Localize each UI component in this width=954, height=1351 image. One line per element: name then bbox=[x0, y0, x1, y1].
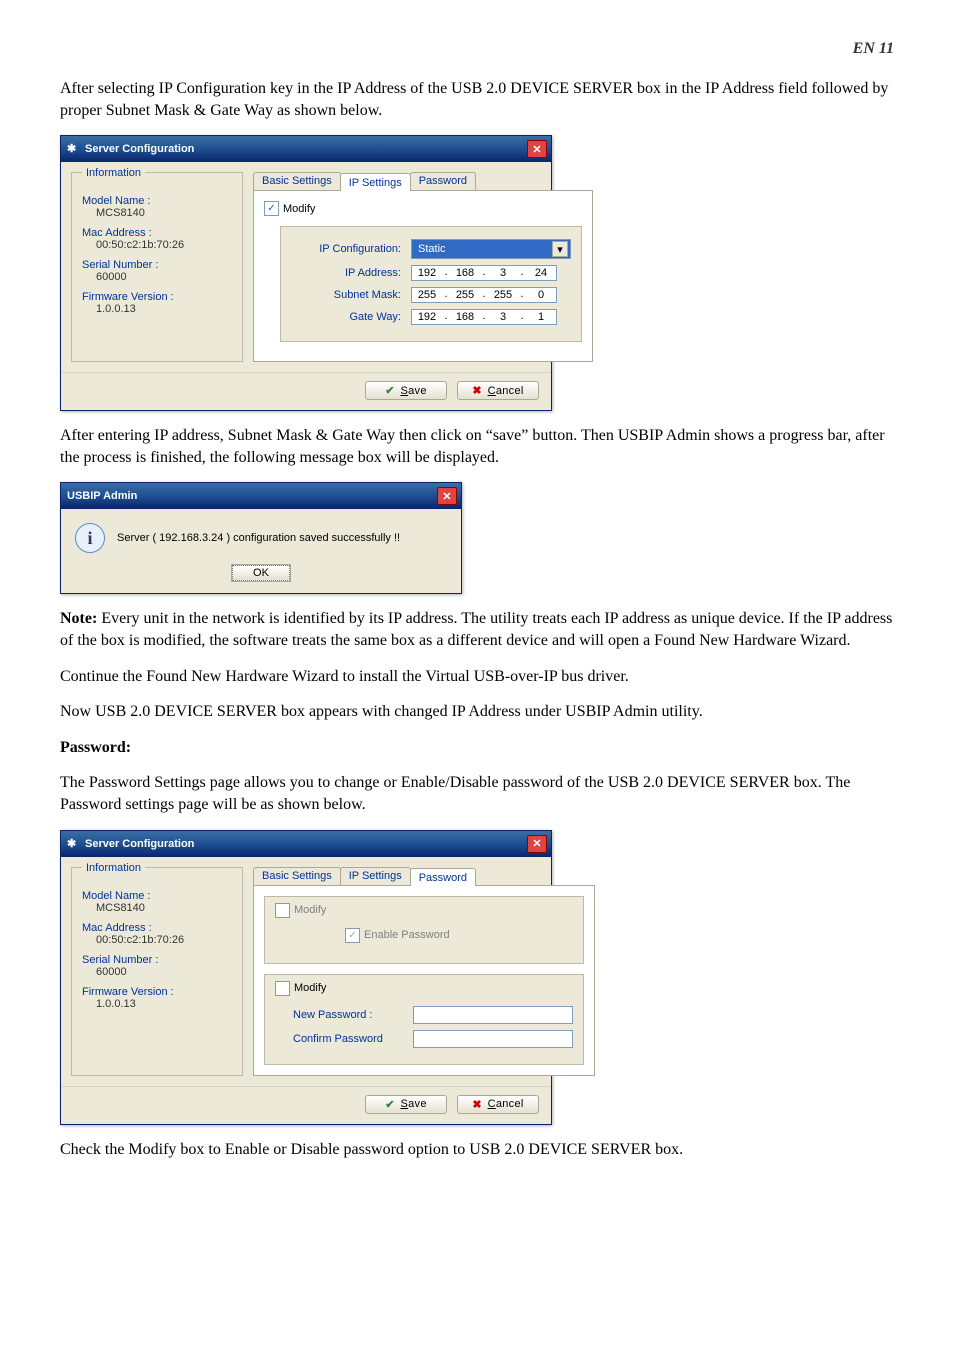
gear-icon: ✱ bbox=[67, 837, 81, 851]
server-config-dialog-ip: ✱ Server Configuration ✕ Information Mod… bbox=[60, 135, 552, 411]
close-icon[interactable]: ✕ bbox=[527, 835, 547, 853]
subnet-label: Subnet Mask: bbox=[291, 289, 401, 301]
info-legend: Information bbox=[82, 167, 145, 179]
close-icon[interactable]: ✕ bbox=[437, 487, 457, 505]
save-label: Save bbox=[400, 385, 426, 397]
password-heading: Password: bbox=[60, 737, 894, 759]
mac-label: Mac Address : bbox=[82, 227, 232, 239]
tab-basic-settings[interactable]: Basic Settings bbox=[253, 172, 341, 190]
mac-value: 00:50:c2:1b:70:26 bbox=[96, 934, 184, 946]
server-config-dialog-password: ✱ Server Configuration ✕ Information Mod… bbox=[60, 830, 552, 1125]
password-panel: Modify ✓ Enable Password Modify New Pass… bbox=[253, 886, 595, 1076]
gear-icon: ✱ bbox=[67, 142, 81, 156]
cancel-label: Cancel bbox=[488, 1098, 524, 1110]
paragraph-4: Continue the Found New Hardware Wizard t… bbox=[60, 666, 894, 688]
modify-label: Modify bbox=[283, 203, 315, 215]
information-panel: Information Model Name :MCS8140 Mac Addr… bbox=[71, 867, 243, 1076]
ip-settings-panel: ✓ Modify IP Configuration: Static ▾ IP A… bbox=[253, 191, 593, 362]
paragraph-3: Every unit in the network is identified … bbox=[60, 610, 892, 649]
modify-enable-label: Modify bbox=[294, 904, 326, 916]
save-button[interactable]: ✔ Save bbox=[365, 1095, 447, 1114]
ipconfig-select[interactable]: Static ▾ bbox=[411, 239, 571, 259]
cancel-button[interactable]: ✖ Cancel bbox=[457, 1095, 539, 1114]
serial-label: Serial Number : bbox=[82, 259, 232, 271]
ipaddress-label: IP Address: bbox=[291, 267, 401, 279]
tabs-area: Basic Settings IP Settings Password Modi… bbox=[253, 867, 595, 1076]
save-label: Save bbox=[400, 1098, 426, 1110]
confirm-password-input[interactable] bbox=[413, 1030, 573, 1048]
new-password-label: New Password : bbox=[293, 1009, 403, 1021]
chevron-down-icon: ▾ bbox=[552, 241, 568, 257]
fw-value: 1.0.0.13 bbox=[96, 303, 136, 315]
fw-label: Firmware Version : bbox=[82, 986, 232, 998]
enable-password-label: Enable Password bbox=[364, 929, 450, 941]
subnet-input[interactable]: 255. 255. 255. 0 bbox=[411, 287, 557, 303]
tabs-area: Basic Settings IP Settings Password ✓ Mo… bbox=[253, 172, 593, 362]
information-panel: Information Model Name :MCS8140 Mac Addr… bbox=[71, 172, 243, 362]
info-legend: Information bbox=[82, 862, 145, 874]
ipconfig-value: Static bbox=[418, 243, 446, 255]
new-password-input[interactable] bbox=[413, 1006, 573, 1024]
model-label: Model Name : bbox=[82, 195, 232, 207]
gateway-input[interactable]: 192. 168. 3. 1 bbox=[411, 309, 557, 325]
gateway-label: Gate Way: bbox=[291, 311, 401, 323]
paragraph-2: After entering IP address, Subnet Mask &… bbox=[60, 425, 894, 468]
cancel-label: Cancel bbox=[488, 385, 524, 397]
dialog-title: Server Configuration bbox=[85, 838, 194, 850]
save-button[interactable]: ✔ Save bbox=[365, 381, 447, 400]
modify-enable-checkbox[interactable] bbox=[275, 903, 290, 918]
model-value: MCS8140 bbox=[96, 902, 145, 914]
enable-password-checkbox[interactable]: ✓ bbox=[345, 928, 360, 943]
paragraph-note: Note: Every unit in the network is ident… bbox=[60, 608, 894, 651]
serial-value: 60000 bbox=[96, 966, 127, 978]
x-icon: ✖ bbox=[472, 384, 481, 397]
check-icon: ✔ bbox=[385, 384, 394, 397]
model-value: MCS8140 bbox=[96, 207, 145, 219]
ipaddress-input[interactable]: 192. 168. 3. 24 bbox=[411, 265, 557, 281]
msgbox-message: Server ( 192.168.3.24 ) configuration sa… bbox=[117, 532, 400, 544]
tab-password[interactable]: Password bbox=[410, 172, 476, 190]
check-icon: ✔ bbox=[385, 1098, 394, 1111]
usbip-admin-msgbox: USBIP Admin ✕ i Server ( 192.168.3.24 ) … bbox=[60, 482, 462, 594]
titlebar: ✱ Server Configuration ✕ bbox=[61, 831, 551, 857]
modify-change-label: Modify bbox=[294, 982, 326, 994]
ok-button[interactable]: OK bbox=[232, 565, 290, 581]
page-number: EN 11 bbox=[60, 40, 894, 58]
serial-label: Serial Number : bbox=[82, 954, 232, 966]
paragraph-6: The Password Settings page allows you to… bbox=[60, 772, 894, 815]
titlebar: USBIP Admin ✕ bbox=[61, 483, 461, 509]
model-label: Model Name : bbox=[82, 890, 232, 902]
serial-value: 60000 bbox=[96, 271, 127, 283]
tab-password[interactable]: Password bbox=[410, 868, 476, 886]
msgbox-title: USBIP Admin bbox=[67, 490, 137, 502]
modify-checkbox[interactable]: ✓ bbox=[264, 201, 279, 216]
mac-value: 00:50:c2:1b:70:26 bbox=[96, 239, 184, 251]
info-icon: i bbox=[75, 523, 105, 553]
x-icon: ✖ bbox=[472, 1098, 481, 1111]
tab-ip-settings[interactable]: IP Settings bbox=[340, 867, 411, 885]
tab-ip-settings[interactable]: IP Settings bbox=[340, 173, 411, 191]
fw-value: 1.0.0.13 bbox=[96, 998, 136, 1010]
tab-basic-settings[interactable]: Basic Settings bbox=[253, 867, 341, 885]
dialog-title: Server Configuration bbox=[85, 143, 194, 155]
confirm-password-label: Confirm Password bbox=[293, 1033, 403, 1045]
titlebar: ✱ Server Configuration ✕ bbox=[61, 136, 551, 162]
modify-change-checkbox[interactable] bbox=[275, 981, 290, 996]
fw-label: Firmware Version : bbox=[82, 291, 232, 303]
paragraph-1: After selecting IP Configuration key in … bbox=[60, 78, 894, 121]
note-label: Note: bbox=[60, 610, 97, 627]
caption: Check the Modify box to Enable or Disabl… bbox=[60, 1139, 894, 1161]
ipconfig-label: IP Configuration: bbox=[291, 243, 401, 255]
mac-label: Mac Address : bbox=[82, 922, 232, 934]
cancel-button[interactable]: ✖ Cancel bbox=[457, 381, 539, 400]
paragraph-5: Now USB 2.0 DEVICE SERVER box appears wi… bbox=[60, 701, 894, 723]
close-icon[interactable]: ✕ bbox=[527, 140, 547, 158]
